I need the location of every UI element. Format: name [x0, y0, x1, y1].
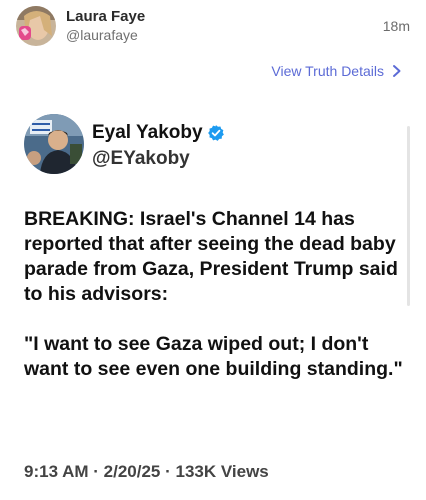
author-handle[interactable]: @laurafaye — [66, 27, 138, 43]
scrollbar[interactable] — [407, 126, 410, 306]
chevron-right-icon — [393, 65, 401, 77]
quoted-author-handle[interactable]: @EYakoby — [92, 148, 190, 170]
quoted-post-meta: 9:13 AM · 2/20/25 · 133K Views — [24, 462, 269, 481]
quoted-author-row: Eyal Yakoby — [92, 122, 225, 144]
quoted-author-name[interactable]: Eyal Yakoby — [92, 122, 203, 144]
post-header: Laura Faye @laurafaye 18m — [16, 6, 410, 46]
view-details-link[interactable]: View Truth Details — [271, 63, 404, 79]
view-details-label: View Truth Details — [271, 63, 384, 79]
author-avatar[interactable] — [16, 6, 56, 46]
quoted-paragraph: BREAKING: Israel's Channel 14 has report… — [24, 208, 398, 305]
quoted-paragraph: "I want to see Gaza wiped out; I don't w… — [24, 333, 403, 380]
verified-badge-icon — [207, 125, 224, 141]
author-name[interactable]: Laura Faye — [66, 8, 145, 25]
post-timestamp: 18m — [382, 18, 410, 34]
quoted-post-body: BREAKING: Israel's Channel 14 has report… — [24, 207, 408, 382]
quoted-author-avatar[interactable] — [24, 114, 84, 174]
